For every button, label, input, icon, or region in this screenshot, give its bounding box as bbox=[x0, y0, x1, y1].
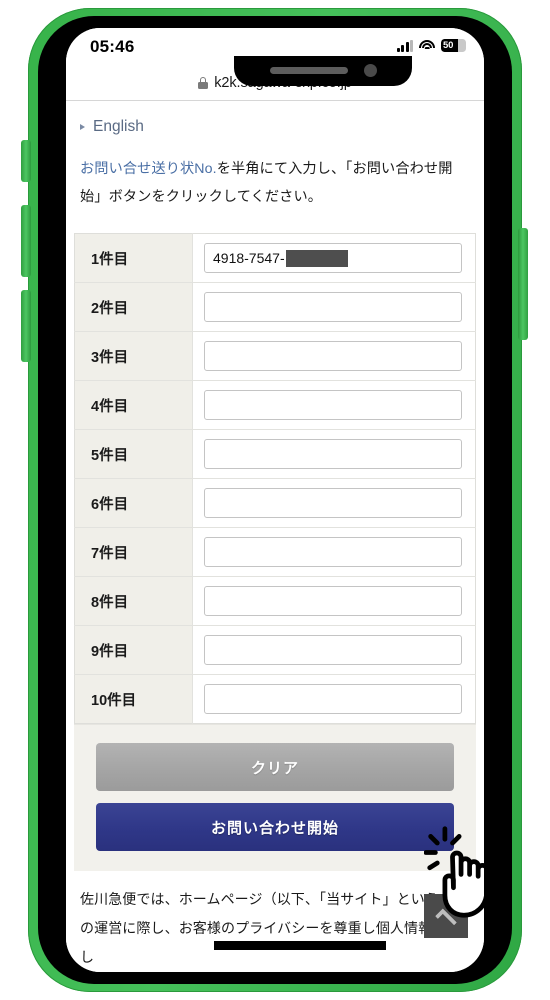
table-row: 7件目 bbox=[74, 527, 476, 577]
row-label: 7件目 bbox=[74, 527, 193, 577]
privacy-line-1: 佐川急便では、ホームページ（以下、「当サイト」という。） bbox=[80, 891, 460, 908]
table-row: 4件目 bbox=[74, 380, 476, 430]
scroll-to-top-button[interactable] bbox=[424, 894, 468, 938]
language-link-label: English bbox=[93, 118, 144, 135]
row-label: 4件目 bbox=[74, 380, 193, 430]
power-button[interactable] bbox=[518, 228, 528, 340]
table-row: 10件目 bbox=[74, 674, 476, 724]
row-label: 10件目 bbox=[74, 674, 193, 724]
row-field-cell bbox=[192, 576, 476, 626]
table-row: 5件目 bbox=[74, 429, 476, 479]
battery-level-text: 50 bbox=[443, 40, 454, 51]
redaction-bar bbox=[285, 249, 348, 267]
table-row: 9件目 bbox=[74, 625, 476, 675]
instruction-text: お問い合せ送り状No.を半角にて入力し、「お問い合わせ開始」ボタンをクリックして… bbox=[66, 136, 484, 211]
privacy-line-3: て十分な配慮を行うと共に大切に保護し、適正な管理を行うこ bbox=[80, 971, 470, 972]
clear-button[interactable]: クリア bbox=[96, 743, 454, 792]
row-label: 5件目 bbox=[74, 429, 193, 479]
tracking-number-input-1[interactable]: 4918-7547- bbox=[204, 243, 462, 274]
row-field-cell bbox=[192, 331, 476, 381]
page-content: English お問い合せ送り状No.を半角にて入力し、「お問い合わせ開始」ボタ… bbox=[66, 102, 484, 972]
privacy-redaction-bar bbox=[214, 941, 386, 951]
form-actions: クリア お問い合わせ開始 bbox=[74, 724, 476, 872]
cellular-signal-icon bbox=[396, 39, 413, 52]
language-link-english[interactable]: English bbox=[66, 102, 484, 136]
row-field-cell bbox=[192, 282, 476, 332]
tracking-number-input-5[interactable] bbox=[204, 439, 462, 470]
row-field-cell bbox=[192, 380, 476, 430]
tracking-number-input-9[interactable] bbox=[204, 635, 462, 666]
tracking-number-input-10[interactable] bbox=[204, 684, 462, 715]
row-field-cell: 4918-7547- bbox=[192, 233, 476, 283]
silent-switch-button[interactable] bbox=[21, 140, 31, 182]
row-label: 3件目 bbox=[74, 331, 193, 381]
row-field-cell bbox=[192, 527, 476, 577]
volume-up-button[interactable] bbox=[21, 205, 31, 277]
speaker-slot-icon bbox=[270, 67, 348, 74]
phone-notch bbox=[234, 56, 412, 86]
wifi-icon bbox=[419, 39, 435, 52]
tracking-number-value: 4918-7547- bbox=[213, 250, 285, 267]
privacy-policy-text: 佐川急便では、ホームページ（以下、「当サイト」という。） の運営に際し、お客様の… bbox=[66, 871, 484, 972]
front-camera-icon bbox=[364, 64, 377, 77]
row-label: 6件目 bbox=[74, 478, 193, 528]
battery-icon: 50 bbox=[441, 39, 466, 52]
row-field-cell bbox=[192, 429, 476, 479]
table-row: 8件目 bbox=[74, 576, 476, 626]
row-label: 1件目 bbox=[74, 233, 193, 283]
row-label: 9件目 bbox=[74, 625, 193, 675]
row-label: 2件目 bbox=[74, 282, 193, 332]
row-label: 8件目 bbox=[74, 576, 193, 626]
table-row: 2件目 bbox=[74, 282, 476, 332]
tracking-number-input-8[interactable] bbox=[204, 586, 462, 617]
row-field-cell bbox=[192, 478, 476, 528]
table-row: 6件目 bbox=[74, 478, 476, 528]
status-time: 05:46 bbox=[90, 37, 135, 56]
tracking-number-input-6[interactable] bbox=[204, 488, 462, 519]
instruction-highlight: お問い合せ送り状No. bbox=[80, 161, 217, 177]
table-row: 3件目 bbox=[74, 331, 476, 381]
row-field-cell bbox=[192, 625, 476, 675]
tracking-number-input-4[interactable] bbox=[204, 390, 462, 421]
volume-down-button[interactable] bbox=[21, 290, 31, 362]
tracking-number-input-2[interactable] bbox=[204, 292, 462, 323]
chevron-up-icon bbox=[435, 907, 457, 930]
table-row: 1件目 4918-7547- bbox=[74, 233, 476, 283]
row-field-cell bbox=[192, 674, 476, 724]
status-indicators: 50 bbox=[396, 39, 466, 52]
triangle-right-icon bbox=[80, 124, 85, 130]
lock-icon bbox=[198, 77, 209, 89]
tracking-number-input-3[interactable] bbox=[204, 341, 462, 372]
phone-screen: 05:46 50 k2k.sagawa-exp.co.jp English bbox=[66, 28, 484, 972]
submit-inquiry-button[interactable]: お問い合わせ開始 bbox=[96, 803, 454, 852]
tracking-number-table: 1件目 4918-7547- 2件目 3件目 4件目 5件目 6件目 7件目 8件目 9件目 10件… bbox=[74, 233, 476, 725]
tracking-number-input-7[interactable] bbox=[204, 537, 462, 568]
